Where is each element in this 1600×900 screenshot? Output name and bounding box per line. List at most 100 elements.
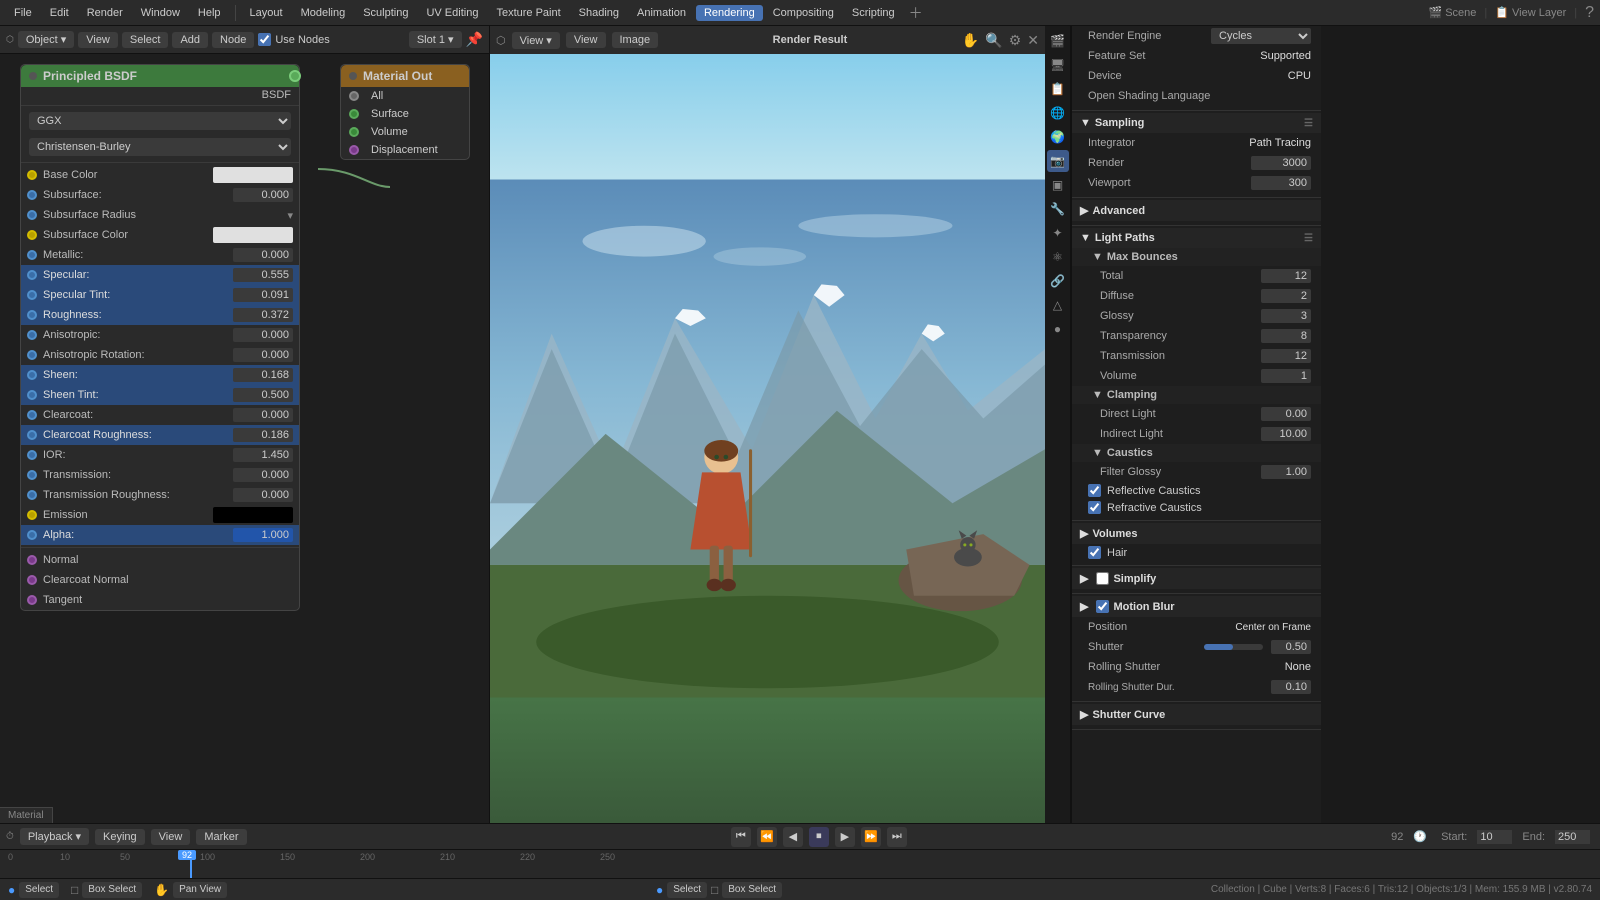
simplify-checkbox[interactable] bbox=[1096, 572, 1109, 585]
slot-btn[interactable]: Slot 1 ▾ bbox=[409, 31, 462, 48]
bsdf-aniso-rot-value[interactable]: 0.000 bbox=[233, 348, 293, 362]
motion-blur-header[interactable]: ▶ Motion Blur bbox=[1072, 596, 1321, 617]
bsdf-sub-color-swatch[interactable] bbox=[213, 227, 293, 243]
volume-bounces-input[interactable] bbox=[1261, 369, 1311, 383]
bsdf-trans-rough-socket[interactable] bbox=[27, 490, 37, 500]
workspace-sculpting[interactable]: Sculpting bbox=[355, 5, 416, 21]
bsdf-tangent-socket[interactable] bbox=[27, 595, 37, 605]
material-tab[interactable]: Material bbox=[0, 807, 53, 823]
timeline-track[interactable]: 0 10 50 100 150 200 210 220 250 92 bbox=[0, 850, 1600, 878]
mo-displacement-socket[interactable] bbox=[349, 145, 359, 155]
bsdf-emission-swatch[interactable] bbox=[213, 507, 293, 523]
bsdf-metallic-socket[interactable] bbox=[27, 250, 37, 260]
menu-file[interactable]: File bbox=[6, 5, 40, 21]
bsdf-ior-value[interactable]: 1.450 bbox=[233, 448, 293, 462]
viewport-menu-icon[interactable]: ⬡ bbox=[496, 34, 506, 47]
bsdf-sheen-tint-value[interactable]: 0.500 bbox=[233, 388, 293, 402]
bsdf-base-color-socket[interactable] bbox=[27, 170, 37, 180]
status-select-btn[interactable]: Select bbox=[19, 882, 59, 898]
prop-icon-data[interactable]: △ bbox=[1047, 294, 1069, 316]
use-nodes-checkbox[interactable] bbox=[258, 33, 271, 46]
mo-all-socket[interactable] bbox=[349, 91, 359, 101]
bsdf-anisotropic-value[interactable]: 0.000 bbox=[233, 328, 293, 342]
viewport-view2-btn[interactable]: View bbox=[566, 32, 606, 48]
reflective-caustics-checkbox[interactable] bbox=[1088, 484, 1101, 497]
add-workspace-btn[interactable]: ＋ bbox=[909, 3, 923, 23]
prop-icon-world[interactable]: 🌍 bbox=[1047, 126, 1069, 148]
menu-window[interactable]: Window bbox=[133, 5, 188, 21]
bsdf-clearcoat-socket[interactable] bbox=[27, 410, 37, 420]
glossy-bounces-input[interactable] bbox=[1261, 309, 1311, 323]
node-select-btn[interactable]: Select bbox=[122, 32, 169, 48]
shutter-slider-track[interactable] bbox=[1204, 644, 1264, 650]
playback-menu-btn[interactable]: Playback ▾ bbox=[20, 828, 89, 845]
transmission-bounces-input[interactable] bbox=[1261, 349, 1311, 363]
bsdf-subsurface-socket[interactable] bbox=[27, 190, 37, 200]
status-right-select-btn[interactable]: Select bbox=[667, 882, 707, 898]
bsdf-sub-color-socket[interactable] bbox=[27, 230, 37, 240]
node-add-btn[interactable]: Add bbox=[172, 32, 208, 48]
menu-edit[interactable]: Edit bbox=[42, 5, 77, 21]
workspace-scripting[interactable]: Scripting bbox=[844, 5, 903, 21]
jump-end-btn[interactable]: ⏭ bbox=[887, 827, 907, 847]
sampling-header[interactable]: ▼ Sampling ☰ bbox=[1072, 113, 1321, 133]
keying-btn[interactable]: Keying bbox=[95, 829, 145, 845]
menu-help[interactable]: Help bbox=[190, 5, 229, 21]
volumes-header[interactable]: ▶ Volumes bbox=[1072, 523, 1321, 544]
bsdf-sheen-tint-socket[interactable] bbox=[27, 390, 37, 400]
workspace-modeling[interactable]: Modeling bbox=[293, 5, 354, 21]
jump-start-btn[interactable]: ⏮ bbox=[731, 827, 751, 847]
max-bounces-header[interactable]: ▼ Max Bounces bbox=[1072, 248, 1321, 266]
shutter-input[interactable] bbox=[1271, 640, 1311, 654]
mo-surface-socket[interactable] bbox=[349, 109, 359, 119]
workspace-uv-editing[interactable]: UV Editing bbox=[418, 5, 486, 21]
bsdf-sheen-socket[interactable] bbox=[27, 370, 37, 380]
bsdf-subsurface-select[interactable]: Christensen-Burley bbox=[29, 138, 291, 156]
prop-icon-scene2[interactable]: 🌐 bbox=[1047, 102, 1069, 124]
bsdf-anisotropic-socket[interactable] bbox=[27, 330, 37, 340]
step-forward-btn[interactable]: ⏩ bbox=[861, 827, 881, 847]
node-pin-icon[interactable]: 📌 bbox=[466, 31, 483, 48]
transparency-bounces-input[interactable] bbox=[1261, 329, 1311, 343]
viewport-samples-input[interactable] bbox=[1251, 176, 1311, 190]
prop-icon-material[interactable]: ● bbox=[1047, 318, 1069, 340]
bsdf-transmission-value[interactable]: 0.000 bbox=[233, 468, 293, 482]
light-paths-header[interactable]: ▼ Light Paths ☰ bbox=[1072, 228, 1321, 248]
status-box-select-btn[interactable]: Box Select bbox=[82, 882, 142, 898]
bsdf-roughness-socket[interactable] bbox=[27, 310, 37, 320]
bsdf-cc-normal-socket[interactable] bbox=[27, 575, 37, 585]
viewport-scene[interactable] bbox=[490, 54, 1045, 823]
marker-btn[interactable]: Marker bbox=[196, 829, 246, 845]
end-frame-input[interactable] bbox=[1555, 830, 1590, 844]
bsdf-sub-radius-dropdown[interactable]: ▾ bbox=[287, 209, 293, 222]
prop-icon-constraints[interactable]: 🔗 bbox=[1047, 270, 1069, 292]
bsdf-specular-tint-value[interactable]: 0.091 bbox=[233, 288, 293, 302]
workspace-animation[interactable]: Animation bbox=[629, 5, 694, 21]
viewport-image-btn[interactable]: Image bbox=[612, 32, 659, 48]
object-select-btn[interactable]: Object ▾ bbox=[18, 31, 74, 48]
hair-checkbox[interactable] bbox=[1088, 546, 1101, 559]
bsdf-clearcoat-value[interactable]: 0.000 bbox=[233, 408, 293, 422]
menu-render[interactable]: Render bbox=[79, 5, 131, 21]
refractive-caustics-checkbox[interactable] bbox=[1088, 501, 1101, 514]
viewport-close-icon[interactable]: ✕ bbox=[1027, 32, 1039, 49]
stop-btn[interactable]: ⏹ bbox=[809, 827, 829, 847]
viewport-settings-icon[interactable]: ⚙ bbox=[1009, 32, 1022, 49]
workspace-compositing[interactable]: Compositing bbox=[765, 5, 842, 21]
indirect-light-input[interactable] bbox=[1261, 427, 1311, 441]
prop-icon-scene[interactable]: 🎬 bbox=[1047, 30, 1069, 52]
bsdf-alpha-socket[interactable] bbox=[27, 530, 37, 540]
viewport-hand-icon[interactable]: ✋ bbox=[962, 32, 979, 49]
bsdf-base-color-swatch[interactable] bbox=[213, 167, 293, 183]
caustics-header[interactable]: ▼ Caustics bbox=[1072, 444, 1321, 462]
workspace-layout[interactable]: Layout bbox=[242, 5, 291, 21]
status-pan-btn[interactable]: Pan View bbox=[173, 882, 227, 898]
workspace-texture-paint[interactable]: Texture Paint bbox=[488, 5, 568, 21]
status-right-box-btn[interactable]: Box Select bbox=[722, 882, 782, 898]
help-icon[interactable]: ? bbox=[1585, 4, 1594, 22]
prop-icon-view-layer[interactable]: 📋 bbox=[1047, 78, 1069, 100]
advanced-header[interactable]: ▶ Advanced bbox=[1072, 200, 1321, 221]
prop-icon-output[interactable]: 🖥 bbox=[1047, 54, 1069, 76]
prop-icon-particles[interactable]: ✦ bbox=[1047, 222, 1069, 244]
clamping-header[interactable]: ▼ Clamping bbox=[1072, 386, 1321, 404]
